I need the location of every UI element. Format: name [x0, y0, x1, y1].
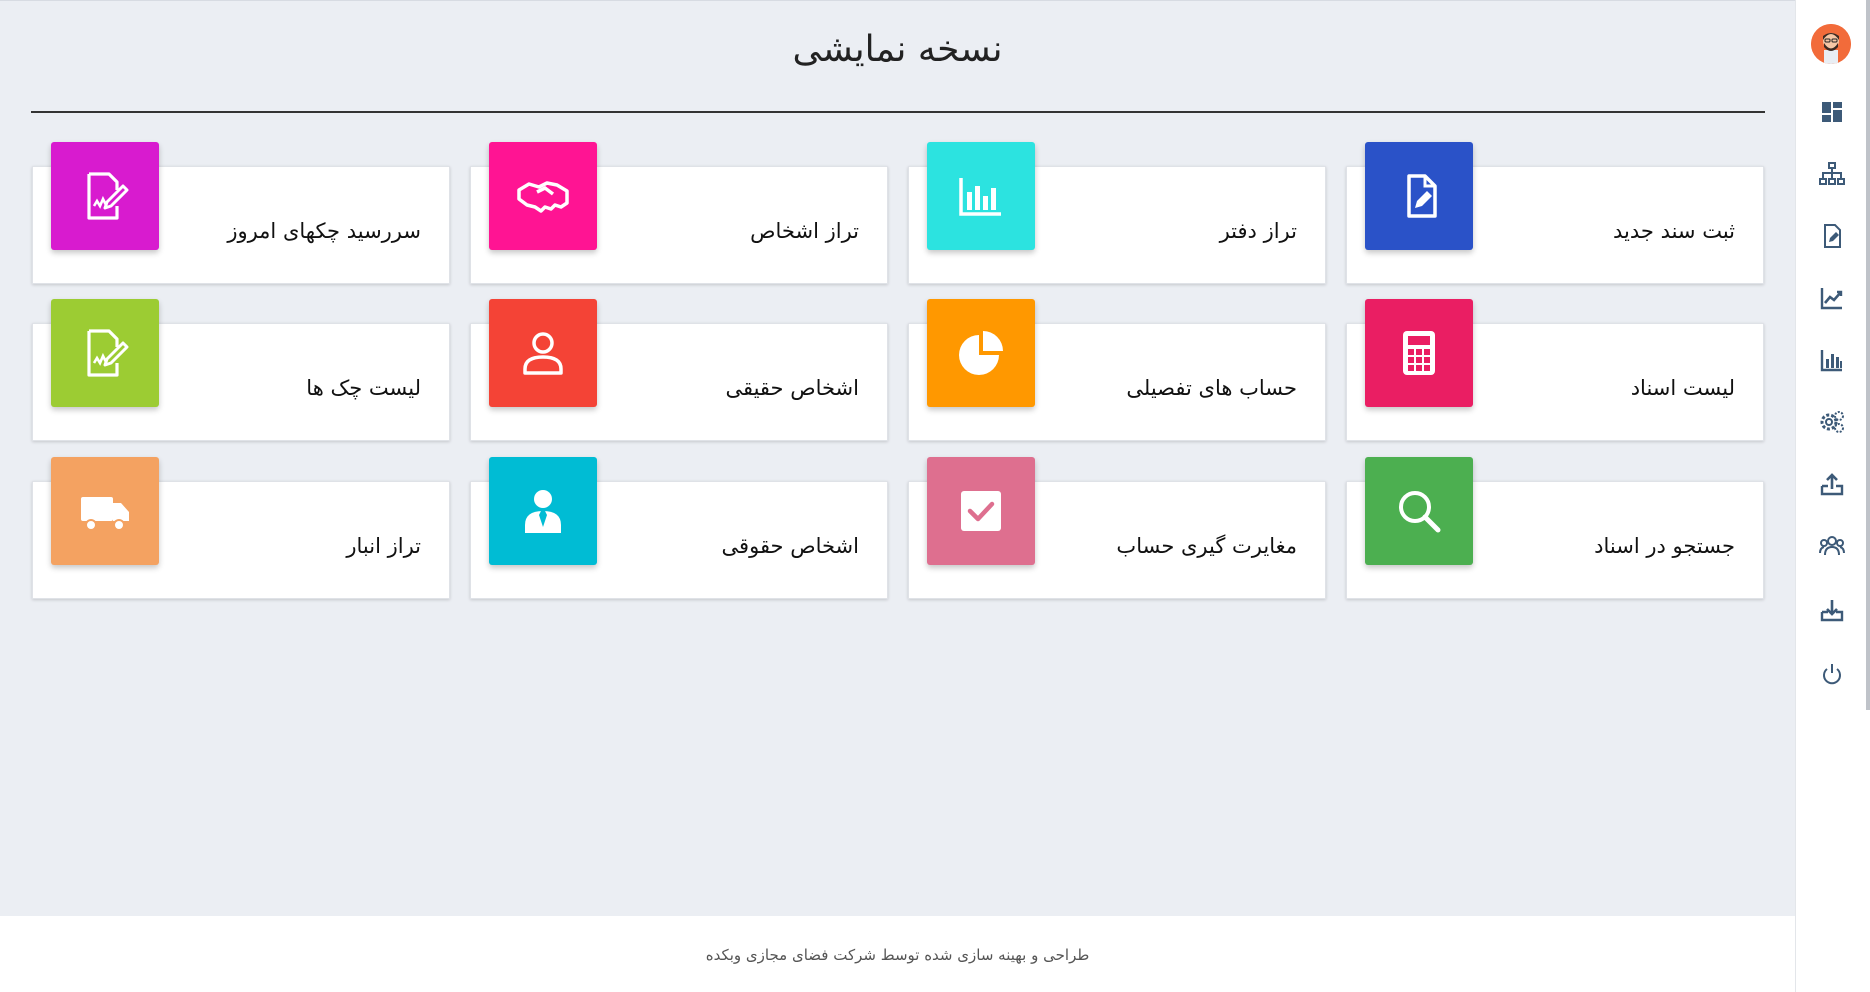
business-person-icon: [489, 457, 597, 565]
upload-icon[interactable]: [1818, 470, 1846, 498]
shortcut-card[interactable]: لیست اسناد: [1346, 299, 1764, 441]
footer: طراحی و بهینه سازی شده توسط شرکت فضای مج…: [0, 916, 1795, 992]
sidebar: [1795, 0, 1870, 992]
card-label: لیست اسناد: [1630, 376, 1735, 400]
handshake-icon: [489, 142, 597, 250]
shortcut-card[interactable]: اشخاص حقوقی: [470, 457, 888, 599]
user-avatar-icon[interactable]: [1811, 24, 1851, 64]
bar-chart-icon: [927, 142, 1035, 250]
document-edit-icon: [1365, 142, 1473, 250]
power-icon[interactable]: [1818, 660, 1846, 688]
signed-document-icon: [51, 299, 159, 407]
card-label: تراز اشخاص: [750, 219, 859, 243]
line-chart-icon[interactable]: [1818, 284, 1846, 312]
shortcut-card[interactable]: مغایرت گیری حساب: [908, 457, 1326, 599]
card-label: اشخاص حقیقی: [725, 376, 859, 400]
checkbox-icon: [927, 457, 1035, 565]
truck-icon: [51, 457, 159, 565]
card-label: تراز دفتر: [1219, 219, 1297, 243]
card-label: سررسید چکهای امروز: [227, 219, 421, 243]
shortcut-card[interactable]: سررسید چکهای امروز: [32, 142, 450, 284]
dashboard-icon[interactable]: [1818, 98, 1846, 126]
shortcut-card[interactable]: تراز انبار: [32, 457, 450, 599]
signed-document-icon: [51, 142, 159, 250]
card-label: جستجو در اسناد: [1594, 534, 1735, 558]
document-edit-icon[interactable]: [1818, 222, 1846, 250]
shortcut-card[interactable]: جستجو در اسناد: [1346, 457, 1764, 599]
card-label: لیست چک ها: [306, 376, 421, 400]
shortcut-card[interactable]: لیست چک ها: [32, 299, 450, 441]
shortcut-card[interactable]: تراز اشخاص: [470, 142, 888, 284]
footer-text: طراحی و بهینه سازی شده توسط شرکت فضای مج…: [705, 946, 1090, 964]
download-icon[interactable]: [1818, 596, 1846, 624]
card-label: مغایرت گیری حساب: [1116, 534, 1297, 558]
page-title: نسخه نمایشی: [792, 29, 1003, 70]
users-icon[interactable]: [1818, 532, 1846, 560]
card-label: حساب های تفصیلی: [1126, 376, 1297, 400]
shortcut-card[interactable]: حساب های تفصیلی: [908, 299, 1326, 441]
shortcut-card[interactable]: تراز دفتر: [908, 142, 1326, 284]
shortcut-card[interactable]: ثبت سند جدید: [1346, 142, 1764, 284]
settings-icon[interactable]: [1818, 408, 1846, 436]
calculator-icon: [1365, 299, 1473, 407]
card-label: تراز انبار: [346, 534, 421, 558]
main-content: نسخه نمایشی ثبت سند جدید تراز دفتر تراز اش…: [0, 0, 1795, 917]
scrollbar[interactable]: [1866, 0, 1870, 710]
user-icon: [489, 299, 597, 407]
bar-chart-icon[interactable]: [1818, 346, 1846, 374]
org-chart-icon[interactable]: [1818, 160, 1846, 188]
card-label: اشخاص حقوقی: [721, 534, 859, 558]
search-icon: [1365, 457, 1473, 565]
title-divider: [31, 111, 1765, 113]
shortcut-card[interactable]: اشخاص حقیقی: [470, 299, 888, 441]
pie-chart-icon: [927, 299, 1035, 407]
card-label: ثبت سند جدید: [1613, 219, 1735, 243]
